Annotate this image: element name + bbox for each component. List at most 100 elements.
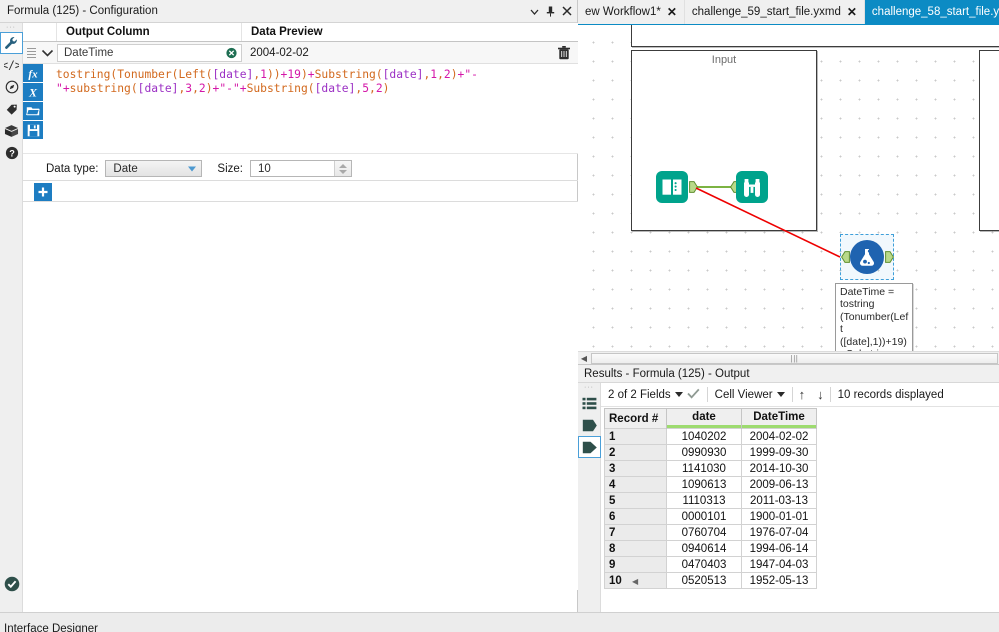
cell-record-number[interactable]: 1 bbox=[605, 429, 667, 445]
row-drag-handle[interactable] bbox=[23, 48, 37, 58]
browse-tool[interactable] bbox=[736, 171, 768, 203]
check-icon[interactable] bbox=[4, 576, 20, 592]
pin-icon[interactable] bbox=[546, 6, 555, 17]
arrow-up-icon[interactable]: ↑ bbox=[793, 387, 812, 402]
cell-value[interactable]: 0990930 bbox=[667, 445, 742, 461]
add-row-button[interactable] bbox=[34, 183, 52, 201]
book-icon bbox=[661, 177, 683, 197]
connector-input-to-browse[interactable] bbox=[696, 186, 734, 188]
compass-icon[interactable] bbox=[0, 76, 23, 98]
size-input[interactable]: 10 bbox=[250, 160, 352, 177]
cell-value[interactable]: 1110313 bbox=[667, 493, 742, 509]
trash-icon[interactable] bbox=[550, 46, 578, 60]
table-row[interactable]: 809406141994-06-14 bbox=[605, 541, 817, 557]
table-row[interactable]: 600001011900-01-01 bbox=[605, 509, 817, 525]
text-input-tool[interactable] bbox=[656, 171, 688, 203]
clear-icon[interactable] bbox=[226, 47, 237, 58]
cell-viewer-selector[interactable]: Cell Viewer bbox=[708, 383, 792, 406]
configuration-titlebar: Formula (125) - Configuration bbox=[0, 0, 577, 23]
package-icon[interactable] bbox=[0, 120, 23, 142]
cell-record-number[interactable]: 5 bbox=[605, 493, 667, 509]
cell-record-number[interactable]: 8 bbox=[605, 541, 667, 557]
input-anchor-icon[interactable] bbox=[578, 414, 601, 436]
tab-new-workflow1[interactable]: ew Workflow1* ✕ bbox=[578, 0, 685, 24]
formula-tool[interactable] bbox=[850, 240, 884, 274]
tool-container-input[interactable]: Input bbox=[631, 50, 817, 231]
output-anchor-icon[interactable] bbox=[689, 181, 698, 193]
table-row[interactable]: 110402022004-02-02 bbox=[605, 429, 817, 445]
cell-value[interactable]: 1900-01-01 bbox=[742, 509, 817, 525]
output-anchor-icon[interactable] bbox=[578, 436, 601, 458]
help-icon[interactable]: ? bbox=[0, 142, 23, 164]
close-icon[interactable]: ✕ bbox=[847, 6, 857, 18]
tab-challenge-58[interactable]: challenge_58_start_file.yxmd ✕ bbox=[865, 0, 999, 24]
open-folder-button[interactable] bbox=[23, 102, 43, 121]
table-header-row: Record # date DateTime bbox=[605, 409, 817, 429]
results-table-wrapper[interactable]: Record # date DateTime 11 bbox=[604, 408, 984, 589]
table-row[interactable]: 410906132009-06-13 bbox=[605, 477, 817, 493]
formula-expression[interactable]: tostring(Tonumber(Left([date],1))+19)+Su… bbox=[56, 68, 572, 96]
cell-record-number[interactable]: 7 bbox=[605, 525, 667, 541]
scroll-left-icon[interactable]: ◀ bbox=[578, 354, 590, 363]
cell-value[interactable]: 1090613 bbox=[667, 477, 742, 493]
comment-box[interactable]: Please convert these strings into dates. bbox=[631, 25, 999, 47]
tool-container-right[interactable] bbox=[979, 50, 999, 231]
output-column-input[interactable]: DateTime bbox=[57, 44, 242, 62]
cell-record-number[interactable]: 2 bbox=[605, 445, 667, 461]
cell-value[interactable]: 1947-04-03 bbox=[742, 557, 817, 573]
output-anchor-icon[interactable] bbox=[885, 251, 894, 263]
cell-record-number[interactable]: 6 bbox=[605, 509, 667, 525]
size-label: Size: bbox=[217, 163, 243, 175]
fx-button[interactable]: fx bbox=[23, 64, 43, 83]
cell-value[interactable]: 2011-03-13 bbox=[742, 493, 817, 509]
canvas-horizontal-scrollbar[interactable]: ◀ ||| bbox=[578, 351, 999, 364]
cell-value[interactable]: 1976-07-04 bbox=[742, 525, 817, 541]
tag-icon[interactable] bbox=[0, 98, 23, 120]
formula-editor[interactable]: fx X tostring(Tonumber(Left([date],1))+1… bbox=[23, 64, 578, 154]
check-icon[interactable] bbox=[687, 388, 700, 402]
column-header-datetime[interactable]: DateTime bbox=[742, 409, 817, 429]
fields-selector[interactable]: 2 of 2 Fields bbox=[601, 383, 707, 406]
chevron-down-icon[interactable] bbox=[37, 46, 57, 60]
cell-value[interactable]: 0000101 bbox=[667, 509, 742, 525]
save-button[interactable] bbox=[23, 121, 43, 140]
close-icon[interactable]: ✕ bbox=[667, 6, 677, 18]
close-icon[interactable] bbox=[562, 6, 572, 16]
cell-record-number[interactable]: 4 bbox=[605, 477, 667, 493]
output-column-value: DateTime bbox=[64, 47, 113, 59]
input-anchor-icon[interactable] bbox=[841, 251, 850, 263]
workflow-canvas[interactable]: Please convert these strings into dates.… bbox=[578, 25, 999, 364]
cell-value[interactable]: 0940614 bbox=[667, 541, 742, 557]
scrollbar-thumb[interactable]: ||| bbox=[591, 353, 998, 364]
cell-value[interactable]: 2004-02-02 bbox=[742, 429, 817, 445]
list-icon[interactable] bbox=[578, 392, 601, 414]
cell-record-number[interactable]: 3 bbox=[605, 461, 667, 477]
table-row[interactable]: 311410302014-10-30 bbox=[605, 461, 817, 477]
column-header-date[interactable]: date bbox=[667, 409, 742, 429]
cell-value[interactable]: 1040202 bbox=[667, 429, 742, 445]
cell-value[interactable]: 1994-06-14 bbox=[742, 541, 817, 557]
dropdown-icon[interactable] bbox=[530, 7, 539, 16]
table-row[interactable]: 209909301999-09-30 bbox=[605, 445, 817, 461]
tab-challenge-59[interactable]: challenge_59_start_file.yxmd ✕ bbox=[685, 0, 865, 24]
arrow-down-icon[interactable]: ↓ bbox=[811, 387, 830, 402]
x-variable-button[interactable]: X bbox=[23, 83, 43, 102]
cell-value[interactable]: 1999-09-30 bbox=[742, 445, 817, 461]
column-header-record[interactable]: Record # bbox=[605, 409, 667, 429]
cell-record-number[interactable]: 9 bbox=[605, 557, 667, 573]
cell-value[interactable]: 0760704 bbox=[667, 525, 742, 541]
data-type-select[interactable]: Date bbox=[105, 160, 202, 177]
code-icon[interactable]: </> bbox=[0, 54, 23, 76]
table-row[interactable]: 511103132011-03-13 bbox=[605, 493, 817, 509]
cell-value[interactable]: 0470403 bbox=[667, 557, 742, 573]
cell-value[interactable]: 2009-06-13 bbox=[742, 477, 817, 493]
table-row[interactable]: 904704031947-04-03 bbox=[605, 557, 817, 573]
scroll-left-icon[interactable]: ◀ bbox=[630, 577, 638, 586]
table-row[interactable]: 707607041976-07-04 bbox=[605, 525, 817, 541]
wrench-icon[interactable] bbox=[0, 32, 23, 54]
size-stepper[interactable] bbox=[334, 161, 351, 176]
table-horizontal-scrollbar[interactable]: ◀ bbox=[630, 576, 999, 586]
cell-value[interactable]: 2014-10-30 bbox=[742, 461, 817, 477]
cell-value[interactable]: 1141030 bbox=[667, 461, 742, 477]
formula-button-column: fx X bbox=[23, 64, 43, 140]
